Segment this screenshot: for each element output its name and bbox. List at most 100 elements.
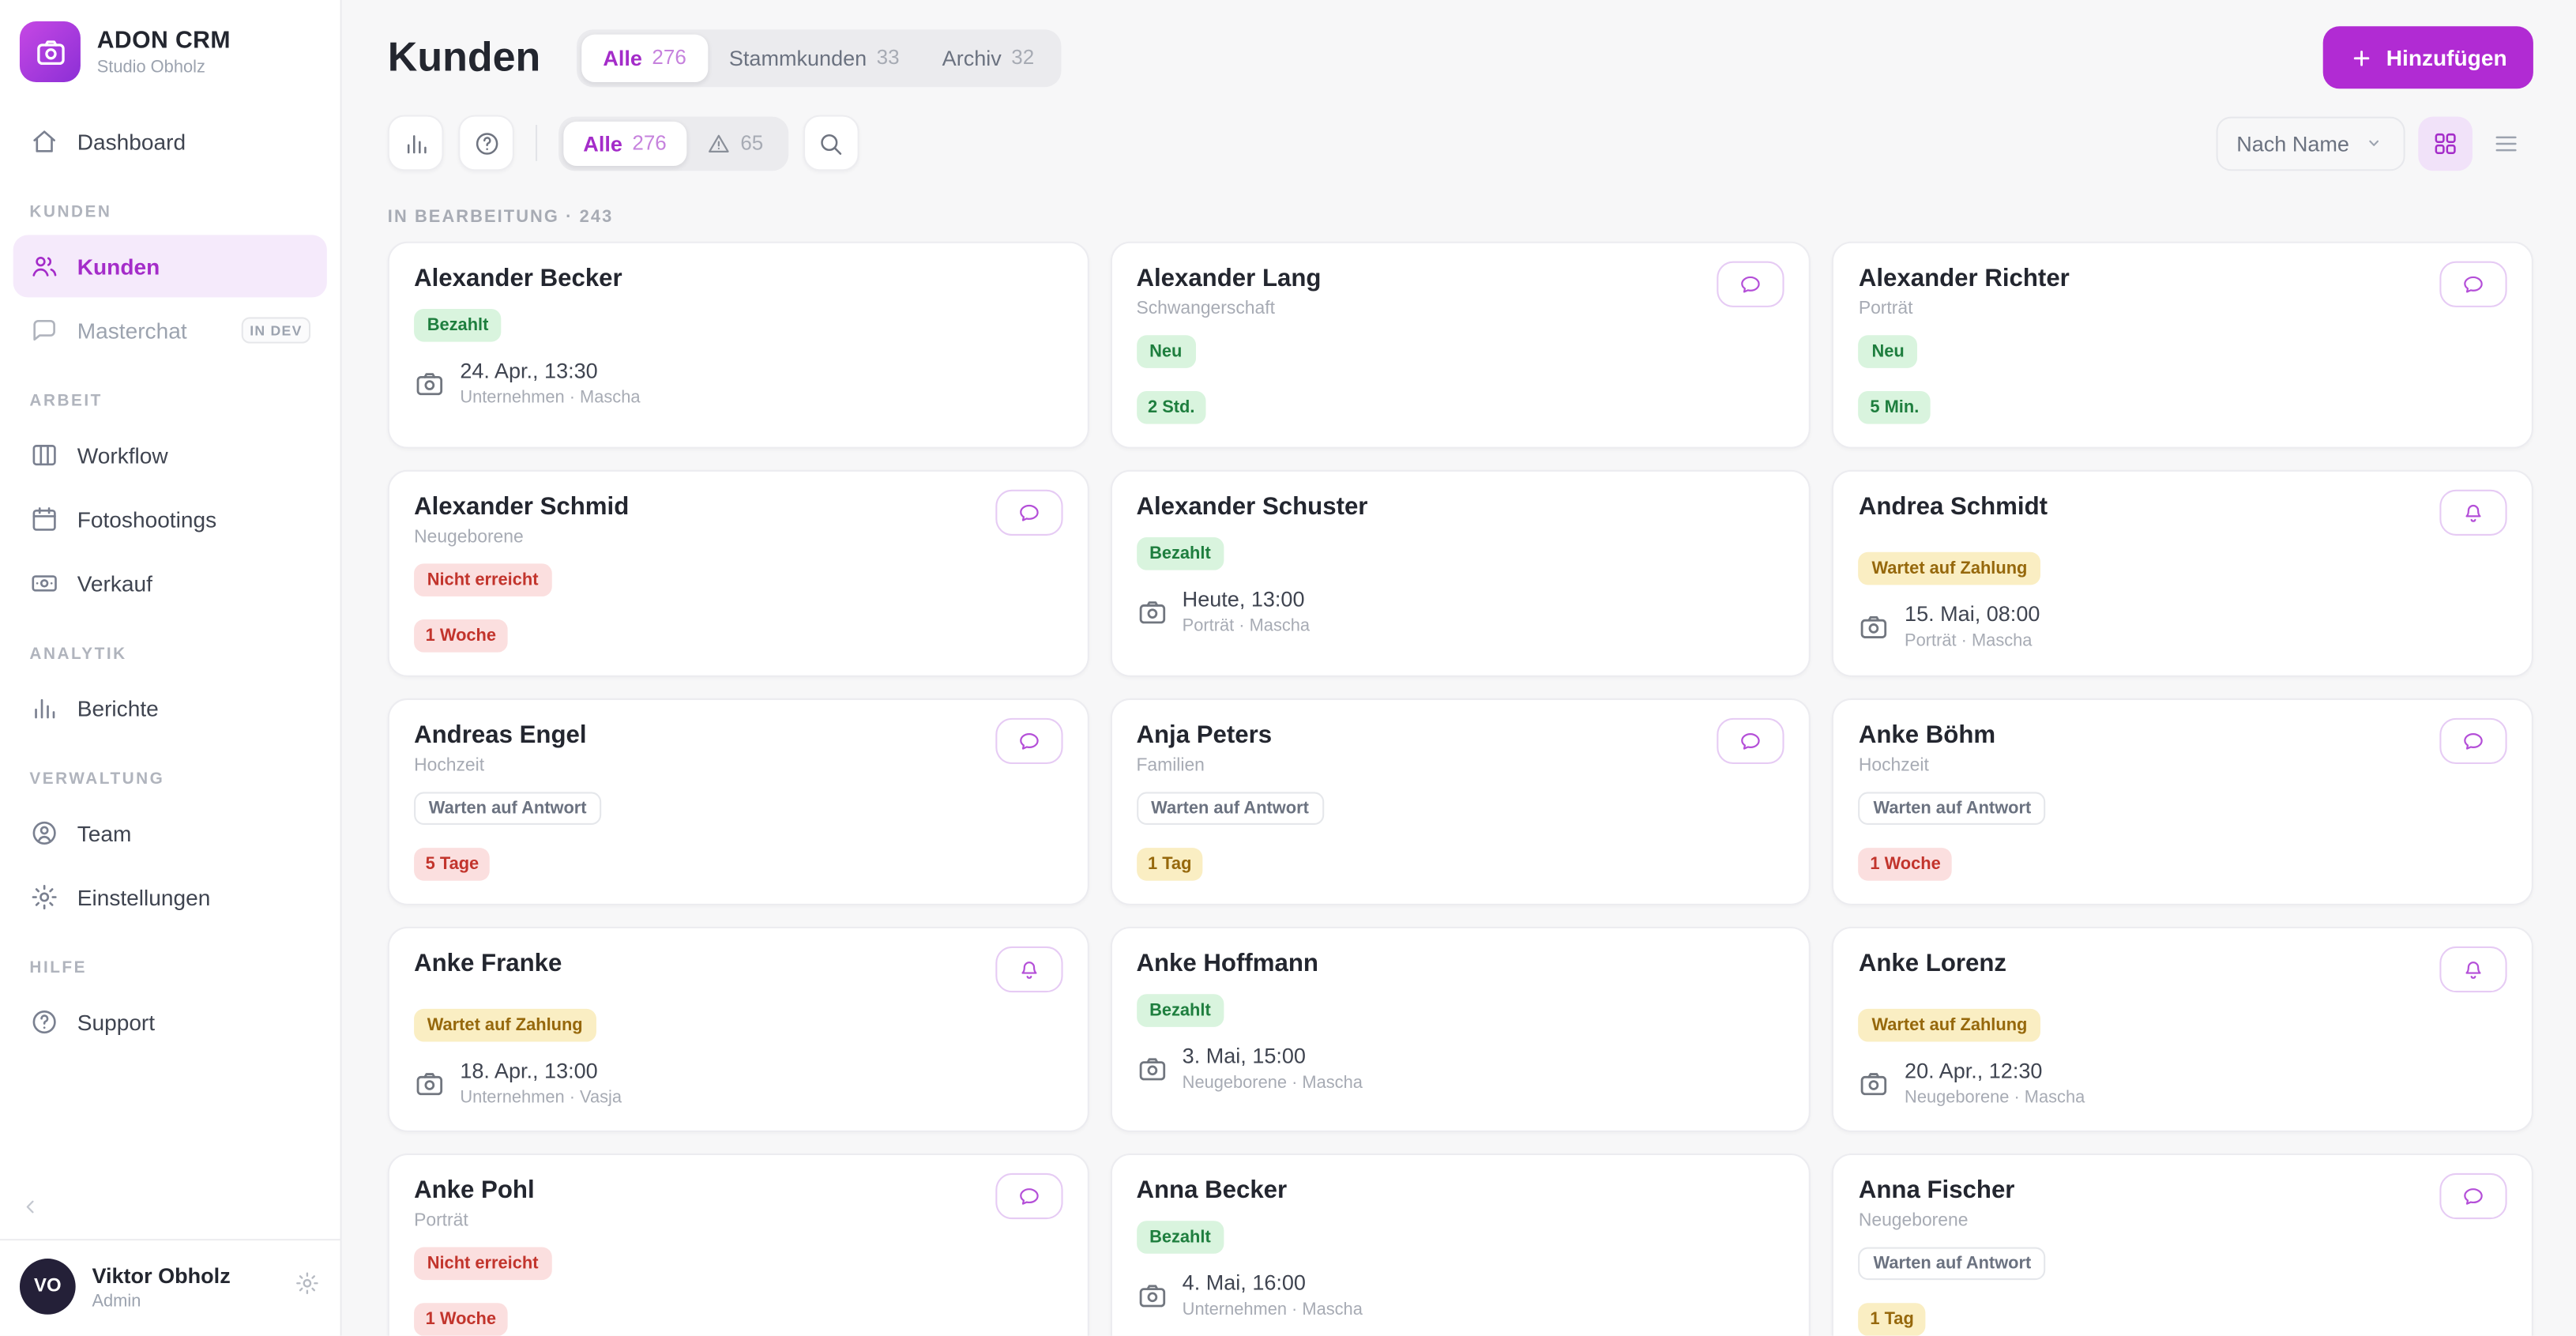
customer-name: Alexander Schmid: [414, 492, 630, 521]
chart-button[interactable]: [387, 115, 444, 171]
camera-icon: [1136, 1052, 1168, 1084]
customer-category: Porträt: [1858, 299, 1913, 319]
chat-bubble-icon: [1017, 728, 1041, 753]
customer-card[interactable]: Anna Becker Bezahlt 4. Mai, 16:00 Unternehm…: [1110, 1153, 1811, 1336]
toolbar-left-buttons: [387, 115, 514, 171]
customer-card[interactable]: Alexander Becker Bezahlt 24. Apr., 13:30 Un…: [387, 241, 1089, 449]
reminder-button[interactable]: [2439, 946, 2507, 993]
sidebar-item-team[interactable]: Team: [13, 802, 327, 864]
camera-icon: [1136, 1279, 1168, 1311]
customer-card[interactable]: Anke Lorenz Wartet auf Zahlung 20. Apr., 1…: [1832, 926, 2533, 1132]
customer-category: Schwangerschaft: [1136, 299, 1275, 319]
appointment-info: Heute, 13:00 Porträt · Mascha: [1136, 586, 1784, 636]
sidebar-item-kunden[interactable]: Kunden: [13, 235, 327, 298]
search-button[interactable]: [803, 115, 859, 171]
reminder-button[interactable]: [2439, 489, 2507, 536]
open-chat-button[interactable]: [1717, 717, 1785, 765]
appointment-date: 15. Mai, 08:00: [1905, 601, 2040, 627]
appointment-meta: Unternehmen · Mascha: [1182, 1300, 1363, 1319]
customer-name: Alexander Becker: [414, 264, 622, 293]
card-top: Alexander Lang Schwangerschaft: [1136, 261, 1785, 319]
card-top: Anke Franke: [414, 946, 1062, 993]
customer-card[interactable]: Andreas Engel Hochzeit Warten auf Antwort 5…: [387, 698, 1089, 905]
tab-alle[interactable]: Alle 276: [581, 33, 708, 81]
customer-card[interactable]: Alexander Schuster Bezahlt Heute, 13:00 Por…: [1110, 469, 1811, 677]
sidebar-item-support[interactable]: Support: [13, 991, 327, 1053]
time-chip: 1 Woche: [1858, 848, 1953, 881]
sort-dropdown[interactable]: Nach Name: [2217, 115, 2405, 171]
users-icon: [29, 251, 58, 280]
toolbar-divider: [535, 125, 538, 161]
chip-row: 1 Woche: [1858, 825, 2507, 881]
open-chat-button[interactable]: [1717, 261, 1785, 307]
open-chat-button[interactable]: [995, 489, 1062, 536]
sidebar-item-fotoshootings[interactable]: Fotoshootings: [13, 488, 327, 551]
sidebar-item-label: Verkauf: [77, 570, 152, 596]
card-top: Andrea Schmidt: [1859, 489, 2507, 536]
open-chat-button[interactable]: [995, 1172, 1062, 1220]
grid-view-button[interactable]: [2418, 115, 2473, 171]
customer-card[interactable]: Anke Hoffmann Bezahlt 3. Mai, 15:00 Neugebo…: [1110, 926, 1811, 1132]
search-icon: [817, 129, 844, 156]
app-logo: [19, 21, 81, 82]
customer-name: Anke Franke: [414, 950, 562, 978]
status-badge: Nicht erreicht: [414, 563, 552, 596]
appointment-date: Heute, 13:00: [1182, 586, 1305, 612]
filter-tab-attention[interactable]: 65: [686, 121, 784, 165]
tab-count: 276: [652, 46, 686, 70]
sidebar-item-workflow[interactable]: Workflow: [13, 424, 327, 487]
nav-section-heading: ANALYTIK: [29, 645, 127, 664]
page-header: Kunden Alle 276 Stammkunden 33 Archiv 32 Hinz…: [388, 26, 2533, 89]
customer-name: Anke Böhm: [1858, 721, 1996, 750]
customer-name: Anke Lorenz: [1858, 950, 2007, 978]
camera-logo-icon: [34, 36, 67, 69]
open-chat-button[interactable]: [995, 717, 1062, 765]
customer-card[interactable]: Anke Böhm Hochzeit Warten auf Antwort 1 Woc…: [1832, 698, 2533, 905]
card-top: Anja Peters Familien: [1136, 717, 1785, 776]
tab-archiv[interactable]: Archiv 32: [921, 34, 1056, 81]
filter-tab-alle[interactable]: Alle 276: [563, 120, 686, 166]
customer-card[interactable]: Alexander Richter Porträt Neu 5 Min.: [1832, 241, 2533, 449]
customer-card[interactable]: Anna Fischer Neugeborene Warten auf Antwor…: [1832, 1153, 2533, 1336]
card-top: Alexander Becker: [414, 265, 1062, 292]
sidebar-item-label: Workflow: [77, 442, 168, 468]
sidebar-item-einstellungen[interactable]: Einstellungen: [13, 866, 327, 928]
chat-bubble-icon: [1739, 728, 1763, 753]
customer-card[interactable]: Anke Franke Wartet auf Zahlung 18. Apr., 1…: [387, 926, 1089, 1132]
appointment-meta: Neugeborene · Mascha: [1182, 1073, 1363, 1093]
camera-icon: [414, 367, 446, 399]
chip-row: 1 Tag: [1858, 1280, 2507, 1336]
reminder-button[interactable]: [995, 946, 1062, 993]
appointment-date: 3. Mai, 15:00: [1182, 1043, 1306, 1068]
sidebar-collapse-button[interactable]: [9, 1187, 49, 1226]
header-tabs: Alle 276 Stammkunden 33 Archiv 32: [577, 28, 1061, 87]
status-badge: Bezahlt: [1136, 1221, 1224, 1254]
list-view-button[interactable]: [2479, 116, 2533, 171]
appointment-meta: Porträt · Mascha: [1182, 615, 1311, 636]
customer-card[interactable]: Anja Peters Familien Warten auf Antwort 1 T…: [1110, 698, 1811, 905]
add-customer-button[interactable]: Hinzufügen: [2322, 26, 2533, 89]
user-profile[interactable]: VO Viktor Obholz Admin: [0, 1239, 340, 1336]
sidebar-item-label: Support: [77, 1009, 156, 1035]
tab-stammkunden[interactable]: Stammkunden 33: [708, 34, 921, 81]
customer-card[interactable]: Andrea Schmidt Wartet auf Zahlung 15. Mai,…: [1832, 469, 2533, 677]
open-chat-button[interactable]: [2439, 1172, 2507, 1220]
open-chat-button[interactable]: [2439, 717, 2507, 765]
cards-grid: Alexander Becker Bezahlt 24. Apr., 13:30 Un…: [387, 241, 2533, 1336]
customer-name: Anja Peters: [1136, 721, 1273, 750]
sidebar-item-dashboard[interactable]: Dashboard: [13, 110, 327, 172]
time-chip: 2 Std.: [1136, 390, 1207, 424]
customer-card[interactable]: Alexander Schmid Neugeborene Nicht erreich…: [387, 469, 1089, 677]
sidebar-item-verkauf[interactable]: Verkauf: [13, 552, 327, 615]
sidebar-item-masterchat[interactable]: Masterchat IN DEV: [13, 299, 327, 362]
help-button[interactable]: [458, 115, 514, 171]
sidebar-item-label: Einstellungen: [77, 884, 211, 910]
chart-icon: [401, 129, 429, 156]
customer-card[interactable]: Anke Pohl Porträt Nicht erreicht 1 Woche: [387, 1153, 1089, 1336]
time-chip: 1 Woche: [414, 619, 508, 653]
user-info: Viktor Obholz Admin: [92, 1263, 230, 1310]
sidebar-item-berichte[interactable]: Berichte: [13, 677, 327, 740]
open-chat-button[interactable]: [2439, 261, 2507, 307]
user-settings-button[interactable]: [294, 1270, 320, 1304]
customer-card[interactable]: Alexander Lang Schwangerschaft Neu 2 Std.: [1110, 241, 1811, 449]
